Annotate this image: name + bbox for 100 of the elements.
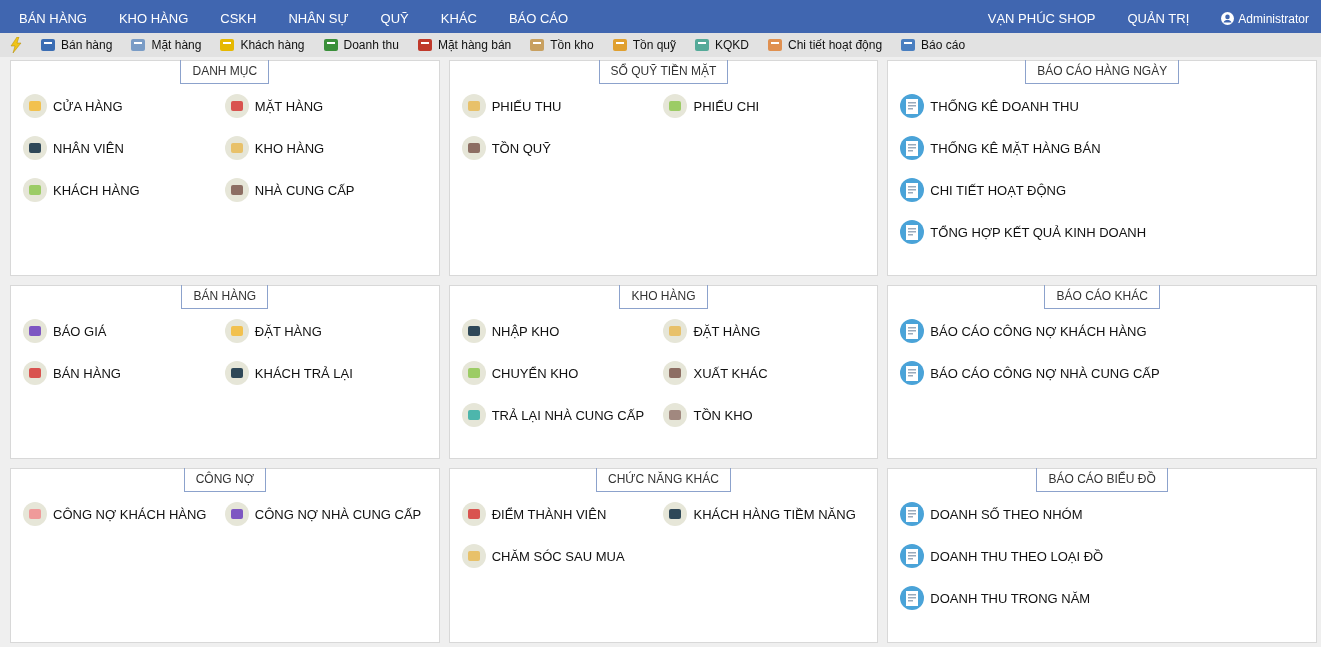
toolbar-link[interactable]: Mặt hàng bán [416, 37, 512, 53]
panel-link[interactable]: KHO HÀNG [224, 136, 427, 160]
user-icon [1221, 12, 1235, 25]
panel-link[interactable]: NHẬP KHO [461, 319, 664, 343]
round-icon [224, 361, 249, 385]
panel-link[interactable]: CHĂM SÓC SAU MUA [461, 544, 664, 568]
document-icon [900, 361, 925, 385]
document-icon [900, 94, 925, 118]
panel-title: SỔ QUỸ TIỀN MẶT [598, 60, 729, 84]
round-icon [461, 403, 486, 427]
round-icon [461, 319, 486, 343]
panel-link[interactable]: KHÁCH TRẢ LẠI [224, 361, 427, 385]
round-icon [23, 136, 47, 160]
panel-title: CHỨC NĂNG KHÁC [596, 468, 731, 492]
panel-link[interactable]: ĐẶT HÀNG [663, 319, 866, 343]
document-icon [900, 502, 925, 526]
toolbar-link[interactable]: Mặt hàng [130, 37, 202, 53]
toolbar-link[interactable]: Tồn quỹ [611, 37, 676, 53]
toolbar-link[interactable]: KQKD [694, 37, 749, 53]
panel-link[interactable]: BÁO CÁO CÔNG NỢ KHÁCH HÀNG [900, 319, 1304, 343]
round-icon [663, 502, 688, 526]
toolbar-link[interactable]: Bán hàng [40, 37, 113, 53]
round-icon [224, 502, 249, 526]
round-icon [224, 136, 249, 160]
menu-link[interactable]: KHO HÀNG [103, 11, 204, 26]
panel-link[interactable]: CÔNG NỢ NHÀ CUNG CẤP [224, 502, 427, 526]
panel-title: BÁO CÁO KHÁC [1044, 285, 1160, 309]
panel-link[interactable]: BÁO CÁO CÔNG NỢ NHÀ CUNG CẤP [900, 361, 1304, 385]
panel-link[interactable]: KHÁCH HÀNG TIỀM NĂNG [663, 502, 866, 526]
round-icon [461, 544, 486, 568]
round-icon [23, 319, 47, 343]
document-icon [900, 220, 925, 244]
round-icon [224, 319, 249, 343]
toolbar-icon [694, 37, 710, 53]
round-icon [224, 94, 249, 118]
menu-link[interactable]: KHÁC [425, 11, 492, 26]
round-icon [461, 94, 486, 118]
toolbar-icon [767, 37, 783, 53]
round-icon [23, 361, 47, 385]
panel-title: BÁN HÀNG [181, 285, 269, 309]
round-icon [663, 319, 688, 343]
round-icon [461, 361, 486, 385]
panel-title: BÁO CÁO BIỂU ĐỒ [1036, 468, 1168, 492]
toolbar-icon [219, 37, 236, 53]
panel-link[interactable]: ĐẶT HÀNG [224, 319, 427, 343]
toolbar-link[interactable]: Tồn kho [529, 37, 594, 53]
round-icon [23, 502, 47, 526]
panel-link[interactable]: NHÂN VIÊN [23, 136, 225, 160]
toolbar-icon [529, 37, 546, 53]
panel-link[interactable]: CÔNG NỢ KHÁCH HÀNG [23, 502, 225, 526]
panel-link[interactable]: XUẤT KHÁC [663, 361, 866, 385]
panel-link[interactable]: THỐNG KÊ DOANH THU [900, 94, 1304, 118]
panel-link[interactable]: CỬA HÀNG [23, 94, 225, 118]
panel-link[interactable]: ĐIỂM THÀNH VIÊN [461, 502, 664, 526]
toolbar-link[interactable]: Khách hàng [219, 37, 305, 53]
lightning-icon[interactable] [10, 37, 22, 53]
panel-link[interactable]: DOANH THU TRONG NĂM [900, 586, 1304, 610]
toolbar-icon [322, 37, 339, 53]
panel-link[interactable]: NHÀ CUNG CẤP [224, 178, 427, 202]
round-icon [663, 361, 688, 385]
toolbar-link[interactable]: Doanh thu [322, 37, 399, 53]
document-icon [900, 178, 925, 202]
menu-link[interactable]: BÁN HÀNG [4, 11, 102, 26]
panel-link[interactable]: KHÁCH HÀNG [23, 178, 225, 202]
menu-link[interactable]: BÁO CÁO [493, 11, 584, 26]
panel-link[interactable]: TỒN QUỸ [461, 136, 664, 160]
toolbar-icon [611, 37, 628, 53]
menu-link[interactable]: CSKH [205, 11, 272, 26]
panel-link[interactable]: BÁO GIÁ [23, 319, 225, 343]
document-icon [900, 544, 925, 568]
round-icon [663, 94, 688, 118]
user-link[interactable]: Administrator [1206, 11, 1317, 26]
round-icon [663, 403, 688, 427]
panel-link[interactable]: PHIẾU CHI [663, 94, 866, 118]
panel-link[interactable]: BÁN HÀNG [23, 361, 225, 385]
panel-link[interactable]: PHIẾU THU [461, 94, 664, 118]
panel-link[interactable]: DOANH THU THEO LOẠI ĐỒ [900, 544, 1304, 568]
menu-link[interactable]: QUỸ [365, 11, 424, 26]
panel-link[interactable]: CHUYỂN KHO [461, 361, 664, 385]
round-icon [23, 178, 47, 202]
panel-link[interactable]: TỔNG HỢP KẾT QUẢ KINH DOANH [900, 220, 1304, 244]
document-icon [900, 136, 925, 160]
document-icon [900, 586, 925, 610]
menu-link[interactable]: NHÂN SỰ [273, 11, 364, 26]
panel-link[interactable]: DOANH SỐ THEO NHÓM [900, 502, 1304, 526]
panel-link[interactable]: THỐNG KÊ MẶT HÀNG BÁN [900, 136, 1304, 160]
panel-link[interactable]: TỒN KHO [663, 403, 866, 427]
menu-link[interactable]: VẠN PHÚC SHOP [972, 11, 1111, 26]
toolbar-link[interactable]: Chi tiết hoạt động [767, 37, 883, 53]
toolbar-icon [416, 37, 433, 53]
panel-link[interactable]: CHI TIẾT HOẠT ĐỘNG [900, 178, 1304, 202]
toolbar-link[interactable]: Báo cáo [900, 37, 966, 53]
panel-link[interactable]: TRẢ LẠI NHÀ CUNG CẤP [461, 403, 664, 427]
menu-link[interactable]: QUẢN TRỊ [1112, 11, 1205, 26]
panel-title: KHO HÀNG [619, 285, 708, 309]
toolbar-icon [130, 37, 147, 53]
toolbar-icon [900, 37, 917, 53]
round-icon [461, 136, 486, 160]
round-icon [461, 502, 486, 526]
panel-link[interactable]: MẶT HÀNG [224, 94, 427, 118]
